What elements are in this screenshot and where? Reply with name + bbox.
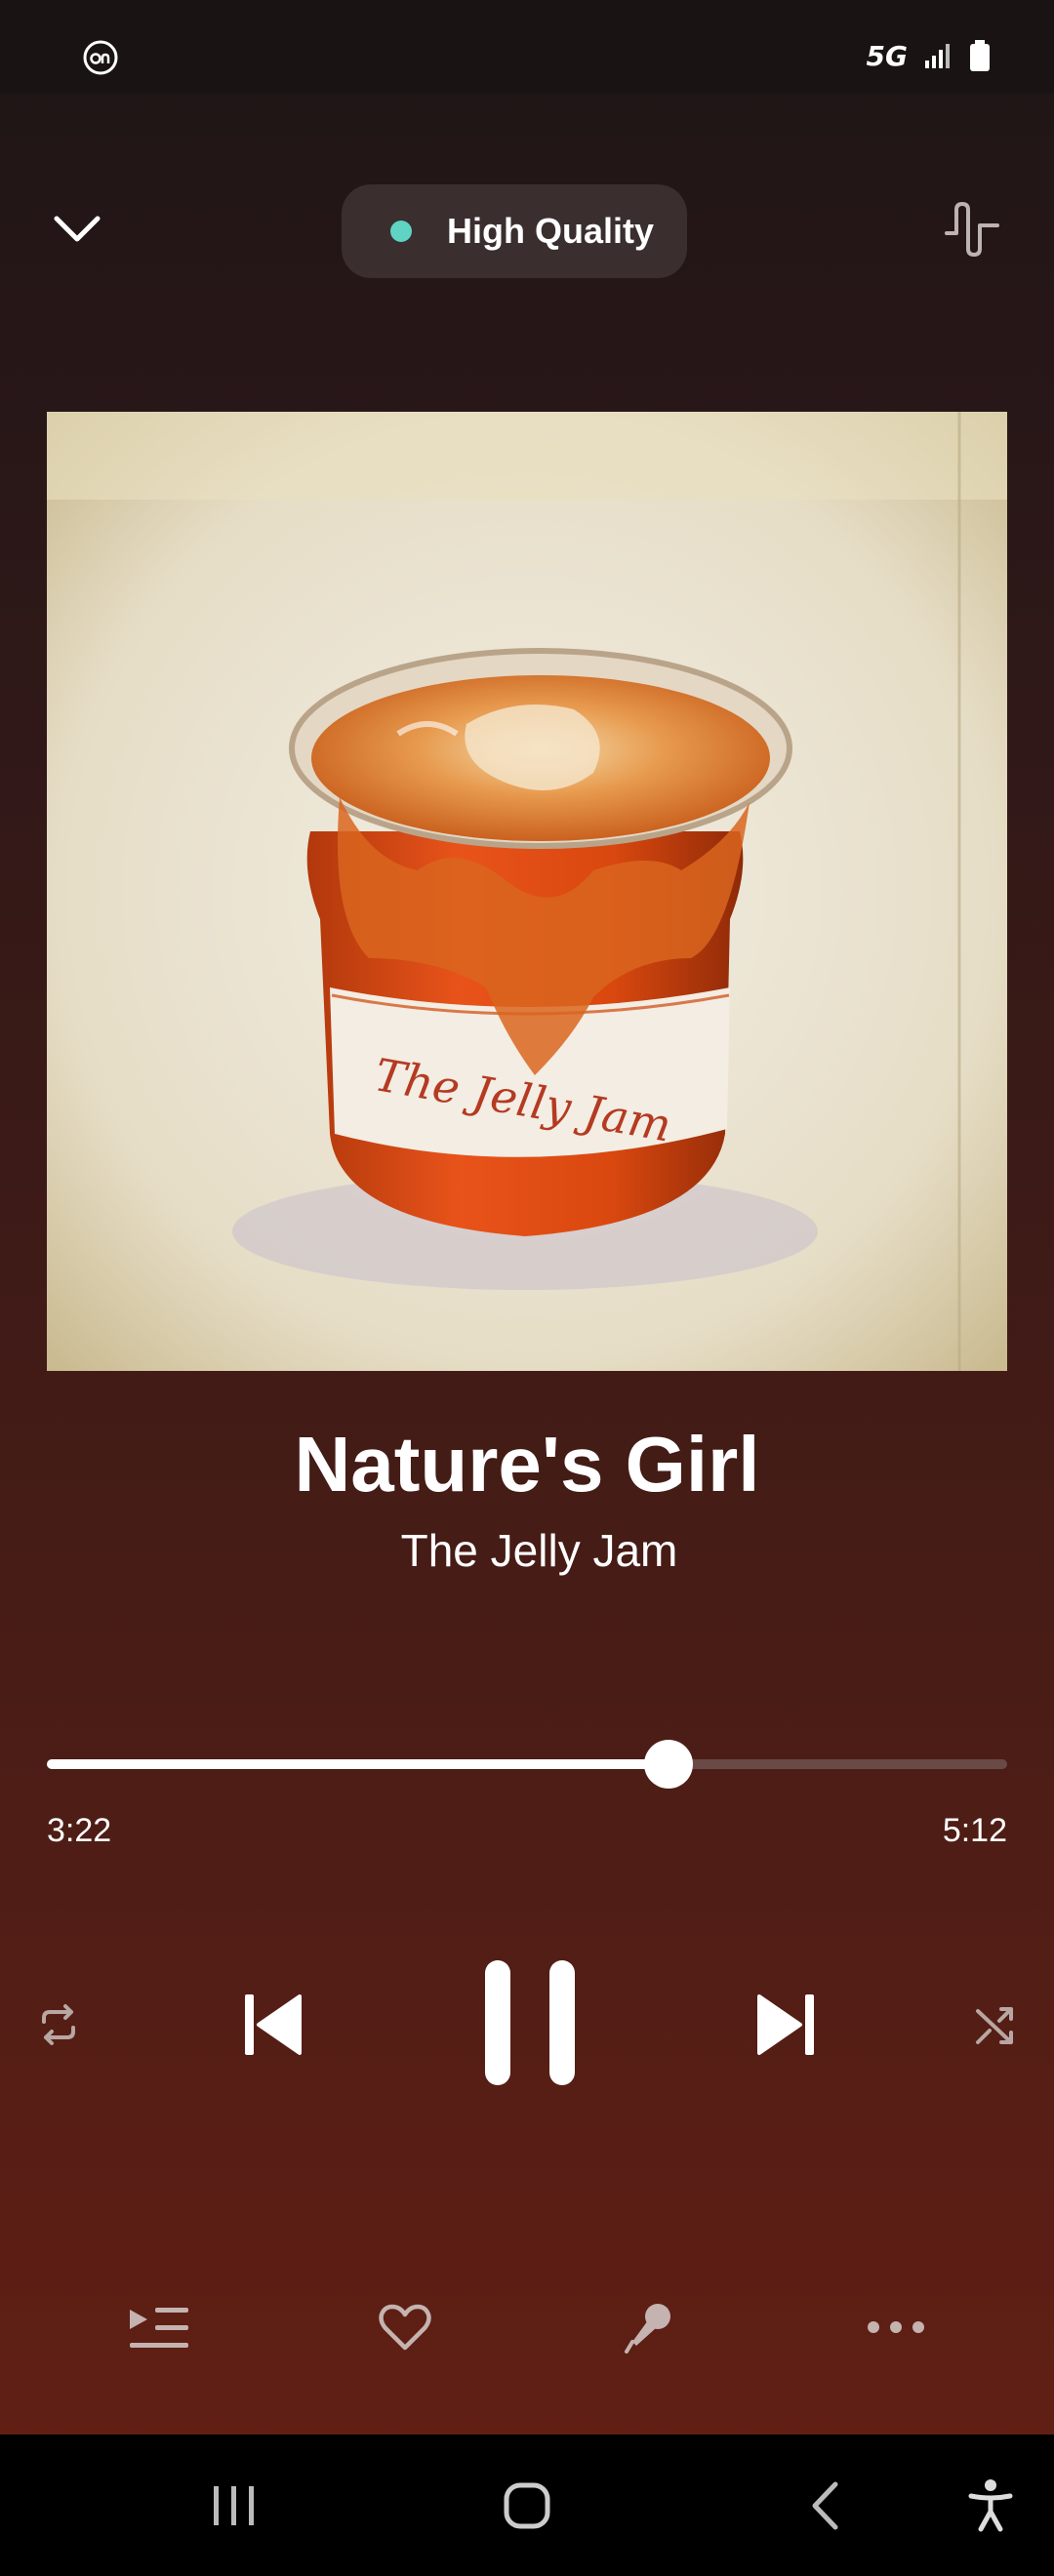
pause-icon — [484, 1959, 575, 2085]
previous-button[interactable] — [229, 1981, 317, 2069]
elapsed-time: 3:22 — [47, 1812, 112, 1849]
quality-label: High Quality — [447, 211, 655, 251]
microphone-icon — [625, 2304, 670, 2354]
collapse-button[interactable] — [43, 195, 111, 263]
shuffle-icon — [976, 2007, 1013, 2044]
system-navigation-bar — [0, 2435, 1054, 2576]
progress-bar[interactable] — [47, 1740, 1007, 1789]
skip-previous-icon — [245, 1994, 302, 2055]
queue-button[interactable] — [125, 2293, 193, 2361]
queue-icon — [130, 2308, 188, 2348]
notification-icon — [83, 40, 118, 75]
repeat-button[interactable] — [29, 1991, 88, 2059]
network-type: 5G — [866, 39, 908, 72]
signal-icon — [925, 44, 950, 68]
lyrics-button[interactable] — [615, 2293, 683, 2361]
recents-icon — [214, 2485, 254, 2525]
equalizer-button[interactable] — [933, 195, 1011, 263]
accessibility-icon — [968, 2478, 1013, 2531]
quality-selector[interactable]: High Quality — [342, 184, 687, 278]
home-button[interactable] — [488, 2464, 566, 2547]
heart-icon — [379, 2304, 431, 2351]
home-icon — [504, 2482, 550, 2528]
player-screen: 5G High Quality The Jelly Jam Nature's G… — [0, 0, 1054, 2435]
skip-next-icon — [757, 1994, 814, 2055]
more-dots-icon — [868, 2321, 924, 2333]
progress-thumb[interactable] — [643, 1740, 693, 1789]
battery-icon — [970, 40, 990, 71]
back-icon — [812, 2481, 838, 2529]
shuffle-button[interactable] — [966, 1991, 1025, 2059]
song-title: Nature's Girl — [294, 1421, 760, 1508]
like-button[interactable] — [371, 2293, 439, 2361]
accessibility-button[interactable] — [952, 2464, 1030, 2547]
artist-name[interactable]: The Jelly Jam — [0, 1524, 1054, 1577]
status-bar: 5G — [0, 0, 1054, 94]
album-artwork: The Jelly Jam — [47, 412, 1007, 1371]
quality-indicator-dot — [390, 221, 412, 242]
progress-fill — [47, 1759, 669, 1769]
total-time: 5:12 — [942, 1812, 1007, 1849]
back-button[interactable] — [786, 2464, 864, 2547]
chevron-down-icon — [54, 216, 101, 242]
more-options-button[interactable] — [857, 2293, 935, 2361]
waveform-icon — [945, 202, 999, 257]
recent-apps-button[interactable] — [195, 2464, 273, 2547]
next-button[interactable] — [742, 1981, 830, 2069]
pause-button[interactable] — [468, 1952, 590, 2093]
repeat-icon — [42, 2004, 75, 2045]
